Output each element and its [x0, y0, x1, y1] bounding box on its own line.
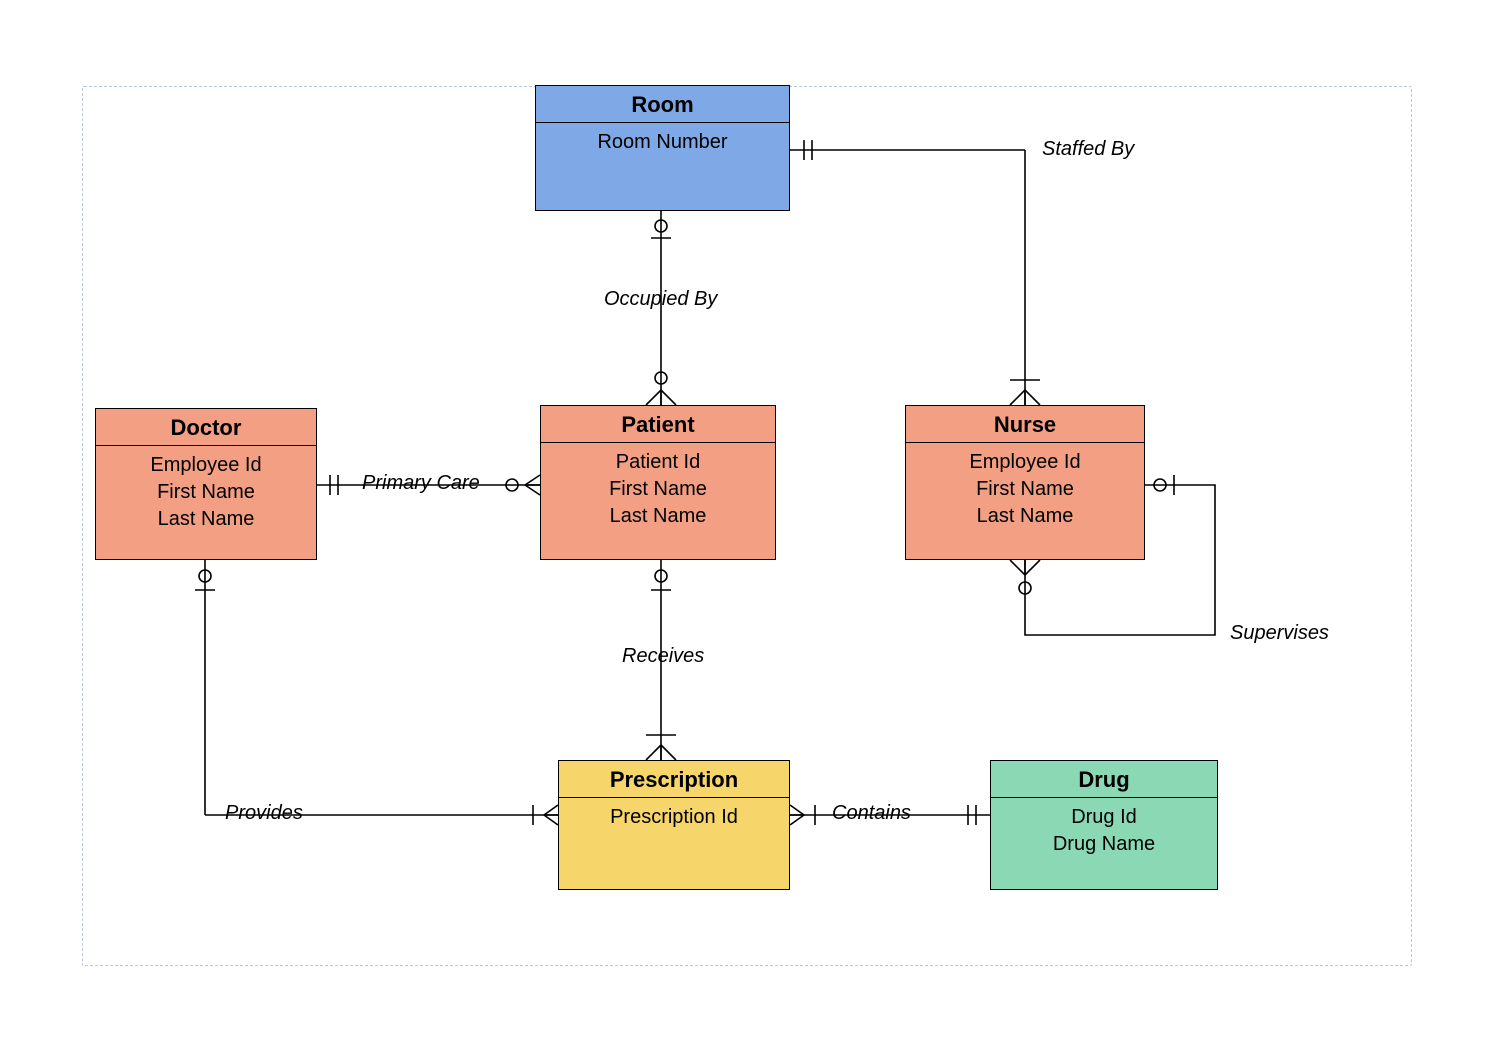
entity-nurse[interactable]: Nurse Employee Id First Name Last Name — [905, 405, 1145, 560]
rel-primary-care: Primary Care — [362, 472, 480, 495]
rel-contains: Contains — [832, 802, 911, 825]
entity-nurse-title: Nurse — [906, 406, 1144, 443]
entity-prescription-attr: Prescription Id — [567, 804, 781, 831]
entity-doctor-attr: First Name — [104, 479, 308, 506]
entity-patient[interactable]: Patient Patient Id First Name Last Name — [540, 405, 776, 560]
rel-occupied-by: Occupied By — [604, 288, 717, 311]
entity-drug-title: Drug — [991, 761, 1217, 798]
entity-room-attr: Room Number — [544, 129, 781, 156]
entity-room[interactable]: Room Room Number — [535, 85, 790, 211]
entity-doctor-attr: Employee Id — [104, 452, 308, 479]
entity-doctor-title: Doctor — [96, 409, 316, 446]
entity-prescription[interactable]: Prescription Prescription Id — [558, 760, 790, 890]
entity-drug[interactable]: Drug Drug Id Drug Name — [990, 760, 1218, 890]
rel-staffed-by: Staffed By — [1042, 138, 1134, 161]
rel-provides: Provides — [225, 802, 303, 825]
entity-patient-attr: First Name — [549, 476, 767, 503]
entity-drug-attr: Drug Name — [999, 831, 1209, 858]
rel-receives: Receives — [622, 645, 704, 668]
entity-doctor[interactable]: Doctor Employee Id First Name Last Name — [95, 408, 317, 560]
entity-doctor-attr: Last Name — [104, 506, 308, 533]
entity-drug-attr: Drug Id — [999, 804, 1209, 831]
rel-supervises: Supervises — [1230, 622, 1329, 645]
entity-patient-attr: Last Name — [549, 503, 767, 530]
entity-nurse-attr: Employee Id — [914, 449, 1136, 476]
entity-nurse-attr: First Name — [914, 476, 1136, 503]
entity-patient-title: Patient — [541, 406, 775, 443]
entity-patient-attr: Patient Id — [549, 449, 767, 476]
entity-room-title: Room — [536, 86, 789, 123]
entity-prescription-title: Prescription — [559, 761, 789, 798]
entity-nurse-attr: Last Name — [914, 503, 1136, 530]
